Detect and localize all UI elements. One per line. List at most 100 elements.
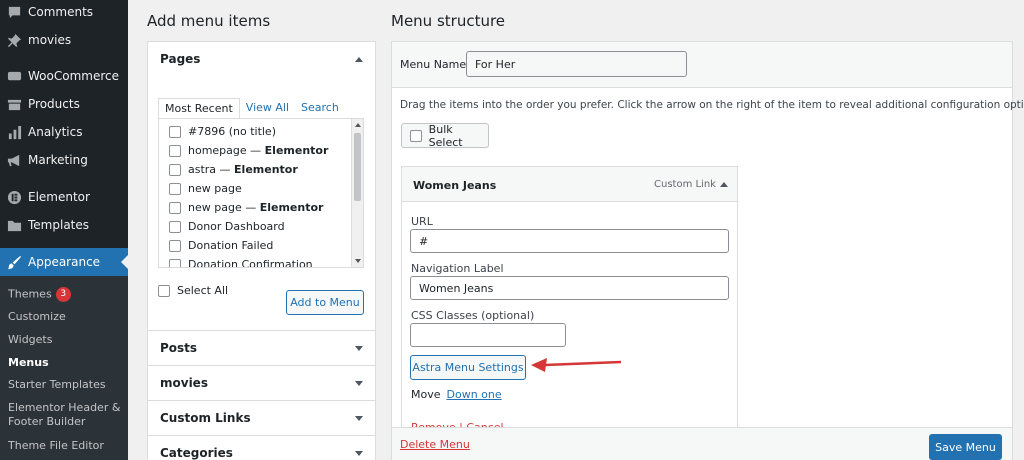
submenu-item-widgets[interactable]: Widgets xyxy=(8,333,126,347)
update-count-badge: 3 xyxy=(55,287,71,302)
products-icon xyxy=(6,96,22,112)
select-all-checkbox[interactable] xyxy=(158,284,170,297)
caret-down-icon[interactable] xyxy=(355,450,363,456)
posts-accordion-header[interactable]: Posts xyxy=(148,331,375,365)
submenu-item-label: Elementor Header & Footer Builder xyxy=(8,401,121,428)
accordion-title: movies xyxy=(160,376,208,390)
move-row: Move Down one xyxy=(411,388,502,401)
menu-item-header[interactable]: Women Jeans Custom Link xyxy=(402,167,737,202)
page-title: Donation Confirmation xyxy=(188,258,313,268)
drag-instructions: Drag the items into the order you prefer… xyxy=(400,99,1024,111)
checkbox[interactable] xyxy=(169,144,181,157)
submenu-item-theme-file-editor[interactable]: Theme File Editor xyxy=(8,439,126,453)
menu-name-input[interactable]: For Her xyxy=(466,51,687,77)
page-suffix: Elementor xyxy=(234,163,298,176)
menu-item-women-jeans: Women Jeans Custom Link URL # Navigation… xyxy=(401,166,738,446)
save-menu-button[interactable]: Save Menu xyxy=(929,434,1002,460)
submenu-item-menus[interactable]: Menus xyxy=(8,356,126,370)
menu-item-title: Women Jeans xyxy=(413,179,497,192)
list-item[interactable]: astra — Elementor xyxy=(169,163,298,176)
menu-footer: Delete Menu Save Menu xyxy=(392,427,1012,460)
sidebar-item-label: movies xyxy=(28,33,72,47)
pin-icon xyxy=(6,32,22,48)
folder-icon xyxy=(6,217,22,233)
comments-icon xyxy=(6,4,22,20)
list-item[interactable]: Donation Failed xyxy=(169,239,273,252)
page-suffix: Elementor xyxy=(259,201,324,214)
sidebar-item-label: Comments xyxy=(28,5,94,19)
sidebar-item-woocommerce[interactable]: WooCommerce xyxy=(0,66,128,86)
submenu-item-header-footer-builder[interactable]: Elementor Header & Footer Builder xyxy=(8,401,126,429)
sidebar-item-label: Marketing xyxy=(28,153,88,167)
move-label: Move xyxy=(411,388,441,401)
categories-accordion[interactable]: Categories xyxy=(147,435,376,460)
checkbox[interactable] xyxy=(169,258,181,267)
astra-menu-settings-button[interactable]: Astra Menu Settings xyxy=(410,355,526,380)
sidebar-item-elementor[interactable]: Elementor xyxy=(0,187,128,207)
scroll-up-icon[interactable] xyxy=(355,123,361,127)
sidebar-item-marketing[interactable]: Marketing xyxy=(0,150,128,170)
add-to-menu-button[interactable]: Add to Menu xyxy=(286,290,364,315)
accordion-title: Categories xyxy=(160,446,233,460)
caret-down-icon[interactable] xyxy=(355,415,363,421)
custom-links-accordion-header[interactable]: Custom Links xyxy=(148,401,375,435)
sidebar-item-templates[interactable]: Templates xyxy=(0,215,128,235)
sidebar-item-label: Analytics xyxy=(28,125,83,139)
select-all[interactable]: Select All xyxy=(158,284,228,297)
list-item[interactable]: new page xyxy=(169,182,242,195)
delete-menu-link[interactable]: Delete Menu xyxy=(400,438,470,451)
list-item[interactable]: new page — Elementor xyxy=(169,201,323,214)
caret-up-icon[interactable] xyxy=(720,182,728,187)
list-scrollbar[interactable] xyxy=(351,119,363,267)
sidebar-item-movies[interactable]: movies xyxy=(0,30,128,50)
caret-down-icon[interactable] xyxy=(355,345,363,351)
add-menu-items-heading: Add menu items xyxy=(147,12,271,30)
move-down-one-link[interactable]: Down one xyxy=(447,388,502,401)
custom-links-accordion[interactable]: Custom Links xyxy=(147,400,376,436)
submenu-item-themes[interactable]: Themes 3 xyxy=(8,287,126,302)
menu-structure-panel: Menu Name For Her Drag the items into th… xyxy=(391,41,1024,460)
list-item[interactable]: #7896 (no title) xyxy=(169,125,276,138)
checkbox[interactable] xyxy=(169,220,181,233)
checkbox[interactable] xyxy=(169,182,181,195)
movies-accordion[interactable]: movies xyxy=(147,365,376,401)
sidebar-item-appearance[interactable]: Appearance xyxy=(0,248,128,276)
page-title: new page — xyxy=(188,201,257,214)
tab-search[interactable]: Search xyxy=(295,98,345,119)
navigation-label-input[interactable]: Women Jeans xyxy=(410,276,729,300)
page-title: Donor Dashboard xyxy=(188,220,285,233)
scroll-down-icon[interactable] xyxy=(355,259,361,263)
bulk-select-checkbox[interactable] xyxy=(410,129,422,142)
menu-name-label: Menu Name xyxy=(400,58,467,71)
movies-accordion-header[interactable]: movies xyxy=(148,366,375,400)
submenu-item-label: Menus xyxy=(8,356,49,369)
scroll-thumb[interactable] xyxy=(354,133,361,201)
categories-accordion-header[interactable]: Categories xyxy=(148,436,375,460)
checkbox[interactable] xyxy=(169,239,181,252)
checkbox[interactable] xyxy=(169,163,181,176)
checkbox[interactable] xyxy=(169,125,181,138)
sidebar-item-analytics[interactable]: Analytics xyxy=(0,122,128,142)
bulk-select-button[interactable]: Bulk Select xyxy=(401,122,489,149)
pages-accordion-header[interactable]: Pages xyxy=(148,42,375,76)
submenu-item-customize[interactable]: Customize xyxy=(8,310,126,324)
checkbox[interactable] xyxy=(169,201,181,214)
accordion-title: Posts xyxy=(160,341,198,355)
bulk-select-label: Bulk Select xyxy=(428,122,463,149)
css-classes-input[interactable] xyxy=(410,323,566,347)
page-suffix: Elementor xyxy=(264,144,329,157)
list-item[interactable]: homepage — Elementor xyxy=(169,144,328,157)
tab-most-recent[interactable]: Most Recent xyxy=(158,98,240,119)
submenu-item-starter-templates[interactable]: Starter Templates xyxy=(8,378,126,392)
sidebar-item-products[interactable]: Products xyxy=(0,94,128,114)
tab-view-all[interactable]: View All xyxy=(240,98,295,119)
posts-accordion[interactable]: Posts xyxy=(147,330,376,366)
caret-down-icon[interactable] xyxy=(355,380,363,386)
list-item[interactable]: Donor Dashboard xyxy=(169,220,285,233)
url-input[interactable]: # xyxy=(410,229,729,253)
caret-up-icon[interactable] xyxy=(355,56,363,62)
list-item[interactable]: Donation Confirmation xyxy=(169,258,313,268)
sidebar-item-label: Appearance xyxy=(28,255,101,269)
submenu-item-label: Starter Templates xyxy=(8,378,106,391)
sidebar-item-comments[interactable]: Comments xyxy=(0,3,128,21)
